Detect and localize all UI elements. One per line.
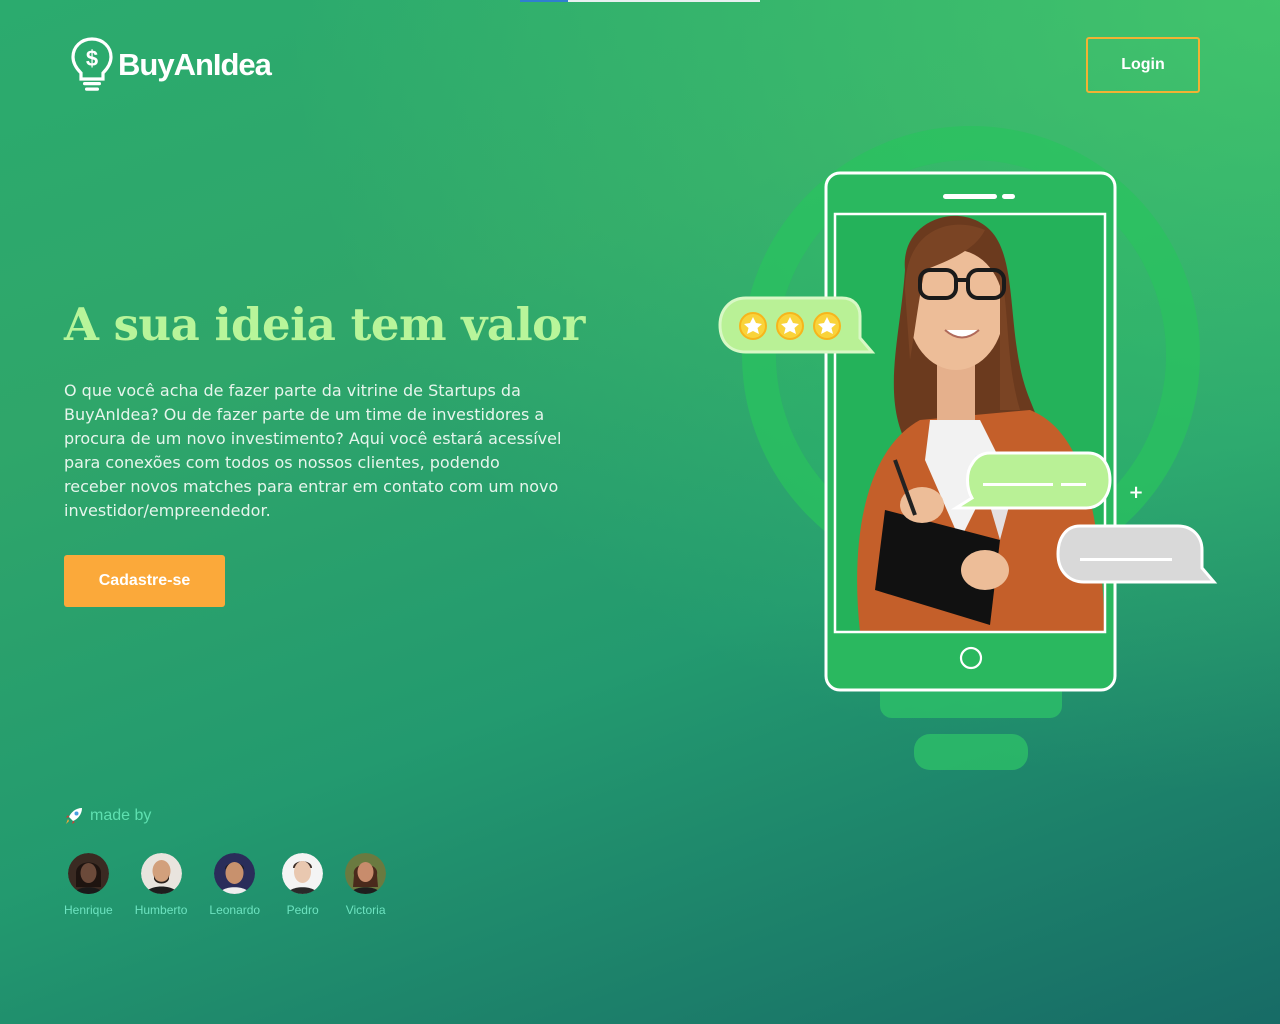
brand-name: BuyAnIdea	[118, 47, 272, 82]
avatar	[345, 853, 387, 894]
avatar	[282, 853, 324, 894]
team-member-humberto[interactable]: Humberto	[134, 853, 188, 917]
rocket-icon	[66, 808, 82, 824]
loading-bar	[520, 0, 760, 2]
plus-icon: +	[1128, 482, 1143, 503]
brand-logo[interactable]: $ BuyAnIdea	[70, 36, 272, 94]
team-list: Henrique Humberto Leonardo Pedro Victori…	[64, 853, 387, 917]
star-icon	[776, 312, 804, 340]
rating-bubble	[718, 296, 876, 354]
team-member-henrique[interactable]: Henrique	[64, 853, 113, 917]
team-member-leonardo[interactable]: Leonardo	[209, 853, 260, 917]
made-by-section: made by	[64, 806, 151, 826]
lightbulb-dollar-icon: $	[71, 37, 113, 91]
made-by-label: made by	[90, 807, 152, 824]
hero-title: A sua ideia tem valor	[64, 298, 585, 351]
avatar	[140, 853, 182, 894]
team-member-pedro[interactable]: Pedro	[282, 853, 324, 917]
avatar	[67, 853, 109, 894]
signup-button[interactable]: Cadastre-se	[64, 555, 225, 607]
team-member-name: Humberto	[134, 903, 188, 917]
star-icon	[739, 312, 767, 340]
star-icon	[813, 312, 841, 340]
svg-text:$: $	[86, 46, 98, 71]
avatar	[214, 853, 256, 894]
team-member-name: Victoria	[345, 903, 386, 917]
hero-description: O que você acha de fazer parte da vitrin…	[64, 381, 562, 520]
chat-bubble-grey	[1056, 524, 1218, 584]
login-button[interactable]: Login	[1086, 37, 1200, 93]
chat-bubble-green	[950, 451, 1112, 510]
team-member-name: Leonardo	[209, 903, 261, 917]
team-member-victoria[interactable]: Victoria	[345, 853, 387, 917]
team-member-name: Pedro	[286, 903, 319, 917]
team-member-name: Henrique	[64, 903, 113, 917]
hero-illustration: +	[718, 126, 1218, 770]
